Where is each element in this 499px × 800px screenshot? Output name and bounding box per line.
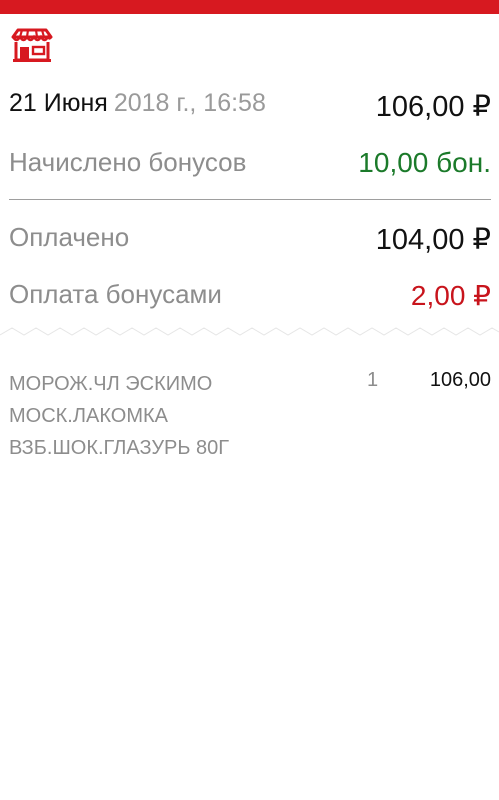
paid-bonus-value: 2,00 ₽ — [410, 280, 491, 311]
accrued-bonus-row: Начислено бонусов 10,00 бон. — [9, 147, 491, 181]
accrued-bonus-label: Начислено бонусов — [9, 147, 247, 177]
item-price: 106,00 — [429, 369, 491, 391]
receipt-date: 21 Июня 2018 г., 16:58 — [9, 89, 266, 118]
item-qty: 1 — [367, 369, 379, 391]
paid-row: Оплачено 104,00 ₽ — [9, 222, 491, 256]
paid-value: 104,00 ₽ — [375, 224, 491, 256]
store-icon[interactable] — [10, 27, 54, 63]
divider — [9, 199, 491, 200]
top-accent-bar — [0, 0, 499, 14]
accrued-bonus-value: 10,00 бон. — [358, 147, 491, 178]
receipt-date-rest: 2018 г., 16:58 — [113, 89, 266, 117]
receipt-tear-edge — [0, 327, 499, 336]
items-list: МОРОЖ.ЧЛ ЭСКИМО МОСК.ЛАКОМКА ВЗБ.ШОК.ГЛА… — [9, 368, 491, 468]
receipt-total: 106,00 ₽ — [375, 91, 491, 123]
paid-label: Оплачено — [9, 222, 130, 252]
paid-bonus-label: Оплата бонусами — [9, 279, 222, 309]
item-name: МОРОЖ.ЧЛ ЭСКИМО МОСК.ЛАКОМКА ВЗБ.ШОК.ГЛА… — [9, 373, 230, 459]
paid-bonus-row: Оплата бонусами 2,00 ₽ — [9, 279, 491, 313]
list-item[interactable]: МОРОЖ.ЧЛ ЭСКИМО МОСК.ЛАКОМКА ВЗБ.ШОК.ГЛА… — [9, 368, 491, 468]
date-total-row: 21 Июня 2018 г., 16:58 106,00 ₽ — [9, 89, 491, 123]
receipt-date-day: 21 Июня — [9, 89, 108, 117]
